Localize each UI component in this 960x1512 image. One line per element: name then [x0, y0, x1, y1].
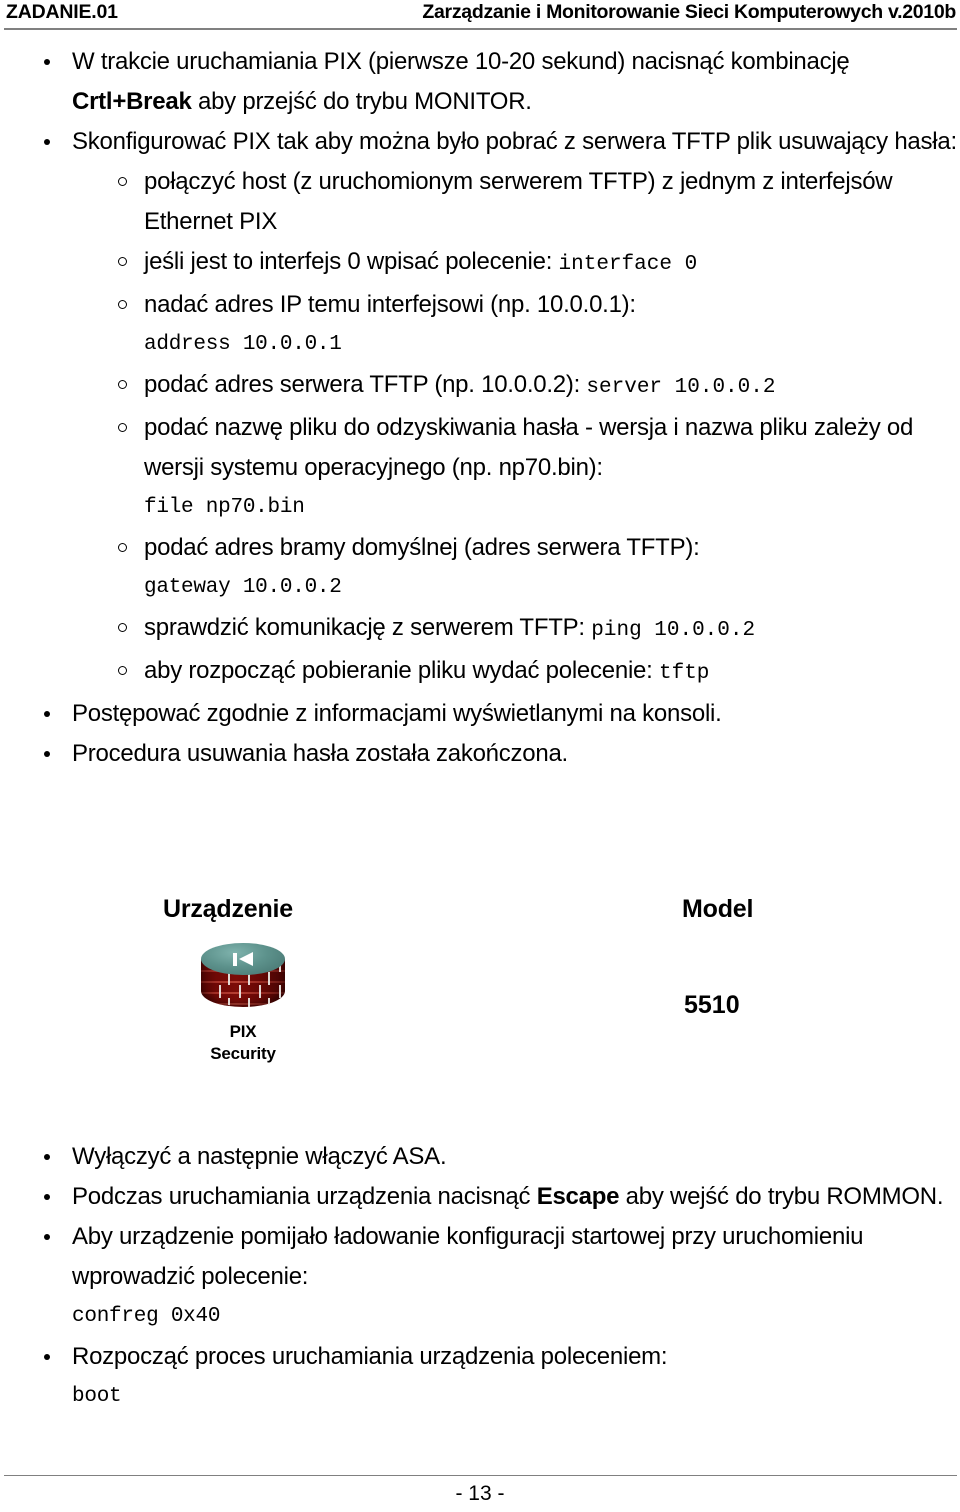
bullet-circle-icon	[118, 300, 127, 309]
list-item: podać adres bramy domyślnej (adres serwe…	[72, 528, 960, 608]
command-code: confreg 0x40	[72, 1305, 221, 1328]
device-caption: PIX Security	[178, 1021, 308, 1065]
bullet-dot-icon	[44, 751, 50, 757]
bullet-text: Postępować zgodnie z informacjami wyświe…	[72, 700, 722, 727]
list-item: Postępować zgodnie z informacjami wyświe…	[0, 694, 960, 734]
command-code: tftp	[658, 662, 710, 685]
sub-bullet-text: jeśli jest to interfejs 0 wpisać polecen…	[144, 248, 559, 275]
header-course-title: Zarządzanie i Monitorowanie Sieci Komput…	[422, 1, 956, 23]
bullet-text: Aby urządzenie pomijało ładowanie konfig…	[72, 1223, 864, 1290]
command-code: ping 10.0.0.2	[591, 619, 756, 642]
list-item: aby rozpocząć pobieranie pliku wydać pol…	[72, 651, 960, 694]
command-code: server 10.0.0.2	[586, 376, 776, 399]
bullet-text: Procedura usuwania hasła została zakończ…	[72, 740, 568, 767]
bullet-dot-icon	[44, 59, 50, 65]
firewall-arrow-glyph-icon	[233, 952, 253, 966]
header-task-id: ZADANIE.01	[6, 1, 118, 23]
sub-bullet-text: aby rozpocząć pobieranie pliku wydać pol…	[144, 657, 659, 684]
top-level-bullet-list: W trakcie uruchamiania PIX (pierwsze 10-…	[0, 42, 960, 774]
list-item: Podczas uruchamiania urządzenia nacisnąć…	[0, 1177, 960, 1217]
document-page: ZADANIE.01 Zarządzanie i Monitorowanie S…	[0, 0, 960, 1512]
list-item: jeśli jest to interfejs 0 wpisać polecen…	[72, 242, 960, 285]
bullet-text-key: Escape	[536, 1183, 620, 1210]
bullet-circle-icon	[118, 380, 127, 389]
column-header-device: Urządzenie	[163, 895, 293, 923]
footer-divider	[4, 1475, 957, 1476]
list-item: podać nazwę pliku do odzyskiwania hasła …	[72, 408, 960, 528]
sub-bullet-text: sprawdzić komunikację z serwerem TFTP:	[144, 614, 592, 641]
sub-bullet-text: podać adres bramy domyślnej (adres serwe…	[144, 534, 700, 561]
command-code: gateway 10.0.0.2	[144, 576, 342, 599]
bullet-circle-icon	[118, 177, 127, 186]
bullet-circle-icon	[118, 623, 127, 632]
bullet-dot-icon	[44, 1354, 50, 1360]
bullet-dot-icon	[44, 1154, 50, 1160]
cylinder-top-surface	[201, 943, 285, 975]
list-item: Skonfigurować PIX tak aby można było pob…	[0, 122, 960, 694]
list-item: sprawdzić komunikację z serwerem TFTP: p…	[72, 608, 960, 651]
bullet-circle-icon	[118, 423, 127, 432]
list-item: Aby urządzenie pomijało ładowanie konfig…	[0, 1217, 960, 1337]
device-model-table: Urządzenie Model PIX Security 5510	[0, 895, 960, 1095]
sub-level-bullet-list: połączyć host (z uruchomionym serwerem T…	[72, 162, 960, 694]
bullet-text: Skonfigurować PIX tak aby można było pob…	[72, 128, 957, 155]
bullet-text-part1: W trakcie uruchamiania PIX (pierwsze 10-…	[72, 48, 850, 75]
device-caption-line1: PIX	[229, 1022, 257, 1041]
list-item: nadać adres IP temu interfejsowi (np. 10…	[72, 285, 960, 365]
bullet-circle-icon	[118, 666, 127, 675]
sub-bullet-text: połączyć host (z uruchomionym serwerem T…	[144, 168, 893, 235]
command-code: address 10.0.0.1	[144, 333, 342, 356]
bullet-dot-icon	[44, 1194, 50, 1200]
command-code: boot	[72, 1385, 122, 1408]
bullet-text: Wyłączyć a następnie włączyć ASA.	[72, 1143, 447, 1170]
list-item: W trakcie uruchamiania PIX (pierwsze 10-…	[0, 42, 960, 122]
model-value: 5510	[684, 991, 740, 1019]
bullet-text-part2: aby wejść do trybu ROMMON.	[619, 1183, 944, 1210]
page-header: ZADANIE.01 Zarządzanie i Monitorowanie S…	[6, 0, 956, 28]
bullet-text-part1: Podczas uruchamiania urządzenia nacisnąć	[72, 1183, 537, 1210]
sub-bullet-text: podać adres serwera TFTP (np. 10.0.0.2):	[144, 371, 587, 398]
sub-bullet-text: podać nazwę pliku do odzyskiwania hasła …	[144, 414, 914, 481]
main-content: W trakcie uruchamiania PIX (pierwsze 10-…	[0, 42, 960, 774]
command-code: interface 0	[558, 253, 698, 276]
glyph-bar	[233, 952, 237, 966]
page-number: - 13 -	[455, 1482, 505, 1505]
command-code: file np70.bin	[144, 496, 305, 519]
bullet-dot-icon	[44, 1234, 50, 1240]
bullet-dot-icon	[44, 711, 50, 717]
device-caption-line2: Security	[210, 1044, 276, 1063]
lower-bullet-list: Wyłączyć a następnie włączyć ASA. Podcza…	[0, 1137, 960, 1417]
bullet-circle-icon	[118, 543, 127, 552]
device-figure: PIX Security	[178, 943, 308, 1065]
bullet-dot-icon	[44, 139, 50, 145]
bullet-text-part2: aby przejść do trybu MONITOR.	[191, 88, 532, 115]
bullet-text: Rozpocząć proces uruchamiania urządzenia…	[72, 1343, 668, 1370]
list-item: podać adres serwera TFTP (np. 10.0.0.2):…	[72, 365, 960, 408]
list-item: Wyłączyć a następnie włączyć ASA.	[0, 1137, 960, 1177]
pix-security-firewall-icon	[195, 943, 291, 1017]
glyph-triangle	[239, 952, 253, 966]
bullet-circle-icon	[118, 257, 127, 266]
header-divider	[4, 28, 957, 30]
lower-content: Wyłączyć a następnie włączyć ASA. Podcza…	[0, 1137, 960, 1417]
list-item: Rozpocząć proces uruchamiania urządzenia…	[0, 1337, 960, 1417]
column-header-model: Model	[682, 895, 754, 923]
bullet-text-keycombo: Crtl+Break	[72, 88, 192, 115]
list-item: połączyć host (z uruchomionym serwerem T…	[72, 162, 960, 242]
sub-bullet-text: nadać adres IP temu interfejsowi (np. 10…	[144, 291, 636, 318]
nested-list-wrapper: połączyć host (z uruchomionym serwerem T…	[72, 162, 960, 694]
list-item: Procedura usuwania hasła została zakończ…	[0, 734, 960, 774]
